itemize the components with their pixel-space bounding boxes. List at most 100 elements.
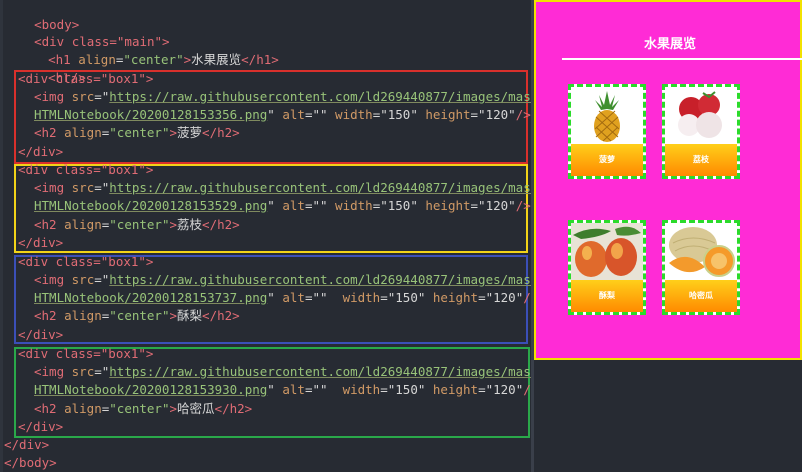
height-value: ="120"	[470, 198, 516, 213]
height-attr: height	[425, 107, 471, 122]
div-close-tag: </div>	[18, 327, 64, 342]
image-url-link[interactable]: https://raw.githubusercontent.com/ld2694…	[109, 272, 561, 287]
code-line-box1-h2: <h2 align="center">菠萝</h2>	[34, 124, 240, 142]
quote-mark: "	[267, 198, 283, 213]
div-close-tag: </div>	[18, 419, 64, 434]
box3-div-open: <div class="box1">	[18, 254, 154, 269]
height-attr: height	[425, 198, 471, 213]
h2-align-attr: align	[64, 308, 102, 323]
width-attr: width	[342, 382, 381, 397]
img-tag-close: />	[515, 198, 531, 213]
code-line-main-div: <div class="main">	[4, 15, 169, 49]
img-tag-open: <img	[34, 364, 72, 379]
quote-mark: "	[267, 290, 283, 305]
melon-image	[665, 223, 737, 280]
height-value: ="120"	[470, 107, 516, 122]
code-line-box4-h2: <h2 align="center">哈密瓜</h2>	[34, 400, 252, 418]
editor-gutter	[0, 0, 3, 472]
width-value: ="150"	[380, 382, 433, 397]
fruit-label-melon: 哈密瓜	[665, 280, 737, 312]
image-url-link-cont[interactable]: HTMLNotebook/20200128153930.png	[34, 382, 267, 397]
code-line-box4-open: <div class="box1">	[18, 345, 153, 363]
alt-value: =""	[304, 107, 336, 122]
equals-sign: ="	[94, 272, 110, 287]
alt-attr: alt	[282, 107, 305, 122]
preview-empty-area	[534, 360, 802, 472]
fruit-box-pineapple: 菠萝	[568, 84, 646, 179]
code-editor[interactable]: <body> <div class="main"> <h1 align="cen…	[0, 0, 568, 472]
image-url-link-cont[interactable]: HTMLNotebook/20200128153529.png	[34, 198, 267, 213]
main-div-close-tag: </div>	[4, 437, 50, 452]
image-url-link[interactable]: https://raw.githubusercontent.com/ld2694…	[109, 180, 561, 195]
image-url-link-cont[interactable]: HTMLNotebook/20200128153356.png	[34, 107, 267, 122]
fruit-box-melon: 哈密瓜	[662, 220, 740, 315]
h2-gt: >	[169, 308, 178, 323]
src-attr: src	[71, 89, 95, 104]
code-line-hr: <hr/>	[18, 51, 86, 85]
fruit-label-pear: 酥梨	[571, 280, 643, 312]
code-line-box3-img: <img src="https://raw.githubusercontent.…	[34, 271, 568, 289]
code-line-box3-h2: <h2 align="center">酥梨</h2>	[34, 307, 240, 325]
equals-sign: ="	[94, 364, 110, 379]
image-url-link-cont[interactable]: HTMLNotebook/20200128153737.png	[34, 290, 267, 305]
width-value: ="150"	[372, 198, 426, 213]
height-attr: height	[432, 382, 479, 397]
width-value: ="150"	[372, 107, 426, 122]
h2-open: <h2	[34, 217, 65, 232]
code-line-box3-close: </div>	[18, 326, 63, 344]
h2-align-value: "center"	[109, 125, 170, 140]
src-attr: src	[71, 364, 95, 379]
h2-close: </h2>	[214, 401, 253, 416]
fruit-label-pineapple: 菠萝	[571, 144, 643, 176]
alt-attr: alt	[282, 382, 305, 397]
body-close-tag: </body>	[4, 455, 57, 470]
h2-align-attr: align	[64, 125, 102, 140]
code-line-box4-close: </div>	[18, 418, 63, 436]
code-line-box3-open: <div class="box1">	[18, 253, 153, 271]
box2-div-open: <div class="box1">	[18, 162, 154, 177]
alt-value: =""	[304, 382, 343, 397]
height-value: ="120"	[478, 290, 524, 305]
code-line-box1-img-cont: HTMLNotebook/20200128153356.png" alt="" …	[34, 106, 531, 124]
width-attr: width	[335, 107, 373, 122]
code-line-box1-open: <div class="box1">	[18, 70, 153, 88]
img-tag-open: <img	[34, 89, 72, 104]
image-url-link[interactable]: https://raw.githubusercontent.com/ld2694…	[109, 364, 561, 379]
code-line-box4-img-cont: HTMLNotebook/20200128153930.png" alt="" …	[34, 381, 538, 399]
src-attr: src	[71, 272, 95, 287]
code-line-body-close: </body>	[4, 454, 57, 472]
height-attr: height	[432, 290, 479, 305]
h2-text: 酥梨	[177, 308, 203, 323]
div-close-tag: </div>	[18, 144, 64, 159]
alt-value: =""	[304, 290, 343, 305]
img-tag-open: <img	[34, 180, 72, 195]
h2-gt: >	[169, 217, 178, 232]
image-url-link[interactable]: https://raw.githubusercontent.com/ld2694…	[109, 89, 561, 104]
div-close-tag: </div>	[18, 235, 64, 250]
img-tag-close: />	[515, 107, 531, 122]
equals-sign: ="	[94, 180, 110, 195]
equals-sign: ="	[94, 89, 110, 104]
src-attr: src	[71, 180, 95, 195]
h2-close: </h2>	[202, 308, 240, 323]
preview-pane: 水果展览 菠萝 荔枝 酥梨 哈密瓜	[534, 0, 802, 360]
h2-gt: >	[169, 125, 178, 140]
h2-align-attr: align	[64, 217, 102, 232]
h2-text: 荔枝	[177, 217, 203, 232]
h2-open: <h2	[34, 125, 65, 140]
h2-gt: >	[169, 401, 178, 416]
code-line-box4-img: <img src="https://raw.githubusercontent.…	[34, 363, 568, 381]
h2-open: <h2	[34, 401, 65, 416]
width-attr: width	[342, 290, 381, 305]
h1-text: 水果展览	[191, 52, 242, 67]
quote-mark: "	[267, 107, 283, 122]
h1-close: </h1>	[241, 52, 279, 67]
preview-title: 水果展览	[643, 37, 696, 52]
box1-div-open: <div class="box1">	[18, 71, 154, 86]
h1-gt: >	[183, 52, 192, 67]
fruit-label-lychee: 荔枝	[665, 144, 737, 176]
code-line-h1: <h1 align="center">水果展览</h1>	[18, 33, 279, 67]
code-line-box2-img-cont: HTMLNotebook/20200128153529.png" alt="" …	[34, 197, 531, 215]
pear-image	[571, 223, 643, 280]
h2-align-value: "center"	[109, 217, 170, 232]
